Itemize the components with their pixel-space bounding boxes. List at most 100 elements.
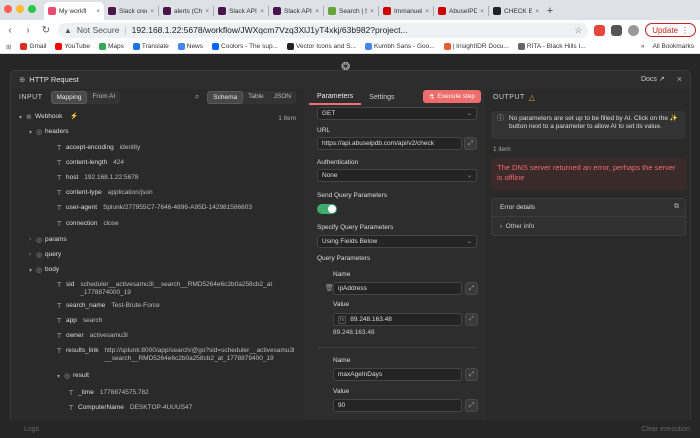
param-name-input[interactable]: ipAddress	[333, 282, 462, 295]
bookmark-item[interactable]: Gmail	[20, 43, 46, 50]
update-button[interactable]: Update ⋮	[645, 23, 696, 37]
apps-grid-icon[interactable]: ⊞	[6, 43, 11, 51]
tab-close-icon[interactable]: ×	[260, 8, 264, 15]
schema-field-row[interactable]: Tsid scheduler__activesamu3l__search__RMD…	[57, 280, 272, 296]
auth-select[interactable]: None ⌄	[317, 169, 477, 182]
back-arrow-icon[interactable]: ‹	[4, 25, 16, 36]
param-name-expand-icon[interactable]: ⤢	[465, 282, 478, 295]
docs-link[interactable]: Docs ↗	[641, 75, 665, 83]
chevron-down-icon[interactable]: ▾	[29, 267, 36, 274]
tab-parameters[interactable]: Parameters	[309, 89, 362, 105]
schema-field-row[interactable]: Tapp search	[57, 316, 102, 330]
bookmark-item[interactable]: Coolors - The sup...	[212, 43, 278, 50]
all-bookmarks-link[interactable]: All Bookmarks	[650, 43, 694, 50]
schema-object-row[interactable]: ▾ ◎ body	[29, 265, 65, 279]
schema-field-row[interactable]: Thost 192.168.1.22:5678	[57, 173, 139, 187]
schema-field-row[interactable]: Tconnection close	[57, 219, 119, 233]
param-value-input[interactable]: fx 89.248.163.48	[333, 313, 462, 326]
browser-tab[interactable]: My workfl ×	[44, 2, 104, 20]
url-expand-icon[interactable]: ⤢	[464, 137, 477, 150]
execute-step-button[interactable]: ⚗ Execute step	[422, 90, 481, 103]
mode-mapping[interactable]: Mapping	[50, 90, 88, 104]
tab-close-icon[interactable]: ×	[96, 8, 100, 15]
chevron-down-icon[interactable]: ▾	[57, 373, 64, 380]
logs-toggle[interactable]: Logs	[24, 426, 39, 433]
chevron-down-icon[interactable]: ▾	[19, 114, 26, 121]
node-title[interactable]: HTTP Request	[29, 75, 78, 84]
tab-close-icon[interactable]: ×	[535, 8, 539, 15]
new-tab-button[interactable]: +	[543, 2, 557, 20]
schema-object-row[interactable]: ▾ ◎ result	[57, 371, 95, 385]
browser-tab[interactable]: Slack credentiel×	[104, 2, 158, 20]
chevron-right-icon[interactable]: ›	[29, 237, 36, 243]
view-table[interactable]: Table	[243, 91, 269, 104]
close-icon[interactable]: ×	[677, 74, 682, 84]
minimize-window-button[interactable]	[16, 5, 24, 13]
specify-query-select[interactable]: Using Fields Below ⌄	[317, 235, 477, 248]
tab-close-icon[interactable]: ×	[425, 8, 429, 15]
browser-tab[interactable]: alerts (Channel)×	[159, 2, 213, 20]
browser-tab[interactable]: CHECK Endpoi×	[489, 2, 543, 20]
bookmark-item[interactable]: Maps	[98, 43, 124, 50]
extension-icon[interactable]	[594, 24, 606, 36]
tab-close-icon[interactable]: ×	[370, 8, 374, 15]
other-info-toggle[interactable]: › Other info	[500, 223, 534, 230]
schema-field-row[interactable]: Tuser-agent Splunk/277955C7-7646-4896-A95…	[57, 203, 252, 217]
tab-settings[interactable]: Settings	[361, 89, 402, 105]
schema-field-row[interactable]: Taccept-encoding identity	[57, 143, 140, 157]
url-input[interactable]: https://api.abuseipdb.com/api/v2/check	[317, 137, 462, 150]
schema-field-row[interactable]: T ComputerName DESKTOP-4UUUS47	[69, 403, 192, 417]
schema-field-row[interactable]: Tcontent-type application/json	[57, 188, 153, 202]
url-text[interactable]: 192.168.1.22:5678/workflow/JWXqcm7Vzq3Xl…	[132, 25, 408, 35]
omnibox[interactable]: ▲ Not Secure | 192.168.1.22:5678/workflo…	[58, 22, 589, 38]
clear-execution-button[interactable]: Clear execution	[641, 426, 690, 433]
schema-field-row[interactable]: Tresults_link http://splunk:8000/app/sear…	[57, 346, 297, 362]
param-name-expand-icon-2[interactable]: ⤢	[465, 368, 478, 381]
bookmark-item[interactable]: YouTube	[55, 43, 90, 50]
view-json[interactable]: JSON	[269, 91, 296, 104]
forward-arrow-icon[interactable]: ›	[22, 25, 34, 36]
bookmark-item[interactable]: News	[177, 43, 203, 50]
browser-tab[interactable]: Slack API: Appl×	[269, 2, 323, 20]
schema-object-row[interactable]: ▾ ⊕ Webhook ⚡	[19, 112, 78, 126]
bookmark-item[interactable]: Kumbh Sans - Goo...	[364, 43, 435, 50]
bookmark-item[interactable]: | InsightIDR Docu...	[443, 43, 509, 50]
schema-object-row[interactable]: ▾ ◎ headers	[29, 127, 75, 141]
bookmark-item[interactable]: RITA - Black Hills I...	[517, 43, 586, 50]
close-window-button[interactable]	[4, 5, 12, 13]
copy-icon[interactable]: ⧉	[674, 203, 679, 211]
param-value-input-2[interactable]: 90	[333, 399, 462, 412]
method-select[interactable]: GET ⌄	[317, 107, 477, 120]
schema-field-row[interactable]: Tsearch_name Test-Brute-Force	[57, 301, 160, 315]
browser-tab[interactable]: Search | Splunk×	[324, 2, 378, 20]
schema-field-row[interactable]: T _time 1778874575.782	[69, 388, 149, 402]
send-query-toggle[interactable]	[317, 204, 337, 214]
tab-close-icon[interactable]: ×	[315, 8, 319, 15]
schema-field-row[interactable]: Towner activesamu3l	[57, 331, 128, 345]
browser-tab[interactable]: Immanuel Samu×	[379, 2, 433, 20]
bookmark-item[interactable]: Translate	[132, 43, 169, 50]
profile-avatar-icon[interactable]	[628, 24, 640, 36]
schema-object-row[interactable]: › ◎ params	[29, 235, 73, 249]
mode-from-ai[interactable]: From AI	[87, 91, 120, 104]
bookmark-star-icon[interactable]: ☆	[575, 25, 583, 36]
tab-close-icon[interactable]: ×	[480, 8, 484, 15]
param-value-expand-icon-2[interactable]: ⤢	[465, 399, 478, 412]
param-value-expand-icon[interactable]: ⤢	[465, 313, 478, 326]
tab-close-icon[interactable]: ×	[150, 8, 154, 15]
search-icon[interactable]: ⌕	[195, 92, 199, 102]
browser-tab[interactable]: AbuseIPDB - IP×	[434, 2, 488, 20]
view-schema[interactable]: Schema	[207, 90, 244, 104]
param-name-input-2[interactable]: maxAgeInDays	[333, 368, 462, 381]
schema-field-row[interactable]: Tcontent-length 424	[57, 158, 124, 172]
extensions-puzzle-icon[interactable]	[611, 24, 623, 36]
schema-object-row[interactable]: › ◎ query	[29, 250, 67, 264]
chevron-right-icon[interactable]: »	[641, 43, 645, 50]
chevron-down-icon[interactable]: ▾	[29, 129, 36, 136]
reload-icon[interactable]: ↻	[40, 25, 52, 36]
tab-close-icon[interactable]: ×	[205, 8, 209, 15]
zoom-window-button[interactable]	[28, 5, 36, 13]
browser-tab[interactable]: Slack API: Appl×	[214, 2, 268, 20]
chevron-right-icon[interactable]: ›	[29, 252, 36, 258]
bookmark-item[interactable]: Vector Icons and S...	[286, 43, 356, 50]
